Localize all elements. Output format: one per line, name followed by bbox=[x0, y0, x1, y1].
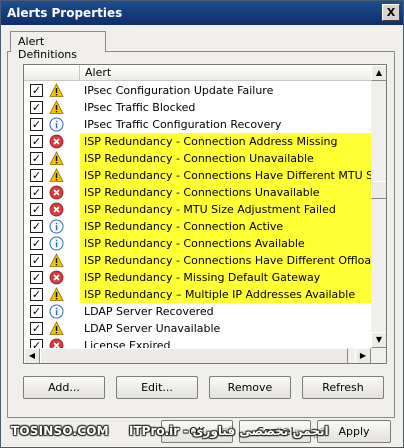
alert-label: IPsec Traffic Configuration Recovery bbox=[84, 118, 282, 131]
list-item[interactable]: ✓ ISP Redundancy - Connections Have Diffe… bbox=[24, 167, 371, 184]
warning-icon bbox=[49, 253, 64, 268]
enabled-checkbox[interactable]: ✓ bbox=[30, 237, 43, 250]
column-header-alert: Alert bbox=[85, 66, 112, 79]
horizontal-scrollbar[interactable]: ◀ ▶ bbox=[24, 348, 371, 363]
enabled-checkbox[interactable]: ✓ bbox=[30, 169, 43, 182]
warning-icon bbox=[49, 168, 64, 183]
list-item[interactable]: ✓ ISP Redundancy - Connection Unavailable bbox=[24, 150, 371, 167]
alert-label: ISP Redundancy – Multiple IP Addresses A… bbox=[80, 286, 371, 303]
alert-label: ISP Redundancy - Connections Unavailable bbox=[80, 184, 371, 201]
alert-label: LDAP Server Recovered bbox=[84, 305, 214, 318]
enabled-checkbox[interactable]: ✓ bbox=[30, 220, 43, 233]
alert-label: IPsec Traffic Blocked bbox=[84, 101, 196, 114]
vertical-scrollbar[interactable]: ▲ ▼ bbox=[371, 65, 386, 348]
horizontal-scroll-thumb[interactable] bbox=[40, 348, 348, 363]
enabled-checkbox[interactable]: ✓ bbox=[30, 322, 43, 335]
list-item[interactable]: ✓ LDAP Server Recovered bbox=[24, 303, 371, 320]
title-bar[interactable]: Alerts Properties X bbox=[1, 1, 403, 25]
alerts-properties-dialog: Alerts Properties X Alert Definitions Al… bbox=[0, 0, 404, 448]
refresh-button[interactable]: Refresh bbox=[302, 376, 384, 399]
warning-icon bbox=[49, 100, 64, 115]
list-item[interactable]: ✓ IPsec Configuration Update Failure bbox=[24, 82, 371, 99]
column-header-spacer bbox=[24, 65, 80, 81]
alert-label: ISP Redundancy - MTU Size Adjustment Fai… bbox=[80, 201, 371, 218]
error-icon bbox=[49, 270, 64, 285]
list-item[interactable]: ✓ ISP Redundancy - Missing Default Gatewa… bbox=[24, 269, 371, 286]
scroll-right-icon[interactable]: ▶ bbox=[355, 348, 371, 363]
list-item[interactable]: ✓ LDAP Server Unavailable bbox=[24, 320, 371, 337]
warning-icon bbox=[49, 287, 64, 302]
alert-label: ISP Redundancy - Connections Have Differ… bbox=[80, 252, 371, 269]
list-item[interactable]: ✓ ISP Redundancy - MTU Size Adjustment Fa… bbox=[24, 201, 371, 218]
scroll-left-icon[interactable]: ◀ bbox=[24, 348, 40, 363]
column-header[interactable]: Alert bbox=[24, 65, 371, 81]
scroll-corner bbox=[371, 348, 386, 363]
alert-label: ISP Redundancy - Missing Default Gateway bbox=[80, 269, 371, 286]
alert-label: ISP Redundancy - Connections Available bbox=[80, 235, 371, 252]
list-item[interactable]: ✓ IPsec Traffic Configuration Recovery bbox=[24, 116, 371, 133]
alert-label: ISP Redundancy - Connection Active bbox=[80, 218, 371, 235]
alert-label: IPsec Configuration Update Failure bbox=[84, 84, 274, 97]
alert-label: ISP Redundancy - Connection Address Miss… bbox=[80, 133, 371, 150]
list-item[interactable]: ✓ ISP Redundancy - Connections Available bbox=[24, 235, 371, 252]
tab-panel: Alert ✓ IPsec Configuration Update Failur… bbox=[7, 51, 395, 418]
enabled-checkbox[interactable]: ✓ bbox=[30, 254, 43, 267]
info-icon bbox=[49, 219, 64, 234]
alert-label: LDAP Server Unavailable bbox=[84, 322, 221, 335]
list-item[interactable]: ✓ ISP Redundancy - Connections Have Diffe… bbox=[24, 252, 371, 269]
enabled-checkbox[interactable]: ✓ bbox=[30, 118, 43, 131]
enabled-checkbox[interactable]: ✓ bbox=[30, 186, 43, 199]
enabled-checkbox[interactable]: ✓ bbox=[30, 135, 43, 148]
error-icon bbox=[49, 134, 64, 149]
info-icon bbox=[49, 304, 64, 319]
alert-label: ISP Redundancy - Connections Have Differ… bbox=[80, 167, 371, 184]
info-icon bbox=[49, 117, 64, 132]
scroll-down-icon[interactable]: ▼ bbox=[371, 332, 386, 348]
enabled-checkbox[interactable]: ✓ bbox=[30, 271, 43, 284]
enabled-checkbox[interactable]: ✓ bbox=[30, 84, 43, 97]
watermark-left: TOSINSO.COM bbox=[11, 424, 109, 438]
list-item[interactable]: ✓ IPsec Traffic Blocked bbox=[24, 99, 371, 116]
list-item[interactable]: ✓ ISP Redundancy - Connections Unavailabl… bbox=[24, 184, 371, 201]
list-item[interactable]: ✓ ISP Redundancy – Multiple IP Addresses … bbox=[24, 286, 371, 303]
scroll-up-icon[interactable]: ▲ bbox=[371, 65, 386, 81]
vertical-scroll-thumb[interactable] bbox=[371, 181, 386, 199]
enabled-checkbox[interactable]: ✓ bbox=[30, 203, 43, 216]
warning-icon bbox=[49, 321, 64, 336]
error-icon bbox=[49, 202, 64, 217]
alerts-list[interactable]: Alert ✓ IPsec Configuration Update Failur… bbox=[23, 64, 387, 364]
enabled-checkbox[interactable]: ✓ bbox=[30, 152, 43, 165]
close-button[interactable]: X bbox=[382, 4, 400, 21]
add-button[interactable]: Add... bbox=[23, 376, 105, 399]
enabled-checkbox[interactable]: ✓ bbox=[30, 288, 43, 301]
alert-label: ISP Redundancy - Connection Unavailable bbox=[80, 150, 371, 167]
edit-button[interactable]: Edit... bbox=[116, 376, 198, 399]
warning-icon bbox=[49, 151, 64, 166]
error-icon bbox=[49, 185, 64, 200]
info-icon bbox=[49, 236, 64, 251]
remove-button[interactable]: Remove bbox=[209, 376, 291, 399]
tab-alert-definitions[interactable]: Alert Definitions bbox=[10, 31, 106, 61]
alert-rows: ✓ IPsec Configuration Update Failure ✓ IPse… bbox=[24, 82, 371, 363]
enabled-checkbox[interactable]: ✓ bbox=[30, 305, 43, 318]
watermark-right: ITPro.ir - انجمن تخصصی فناوری bbox=[129, 424, 329, 438]
list-item[interactable]: ✓ ISP Redundancy - Connection Active bbox=[24, 218, 371, 235]
window-title: Alerts Properties bbox=[7, 6, 123, 20]
enabled-checkbox[interactable]: ✓ bbox=[30, 101, 43, 114]
warning-icon bbox=[49, 83, 64, 98]
list-item[interactable]: ✓ ISP Redundancy - Connection Address Mis… bbox=[24, 133, 371, 150]
